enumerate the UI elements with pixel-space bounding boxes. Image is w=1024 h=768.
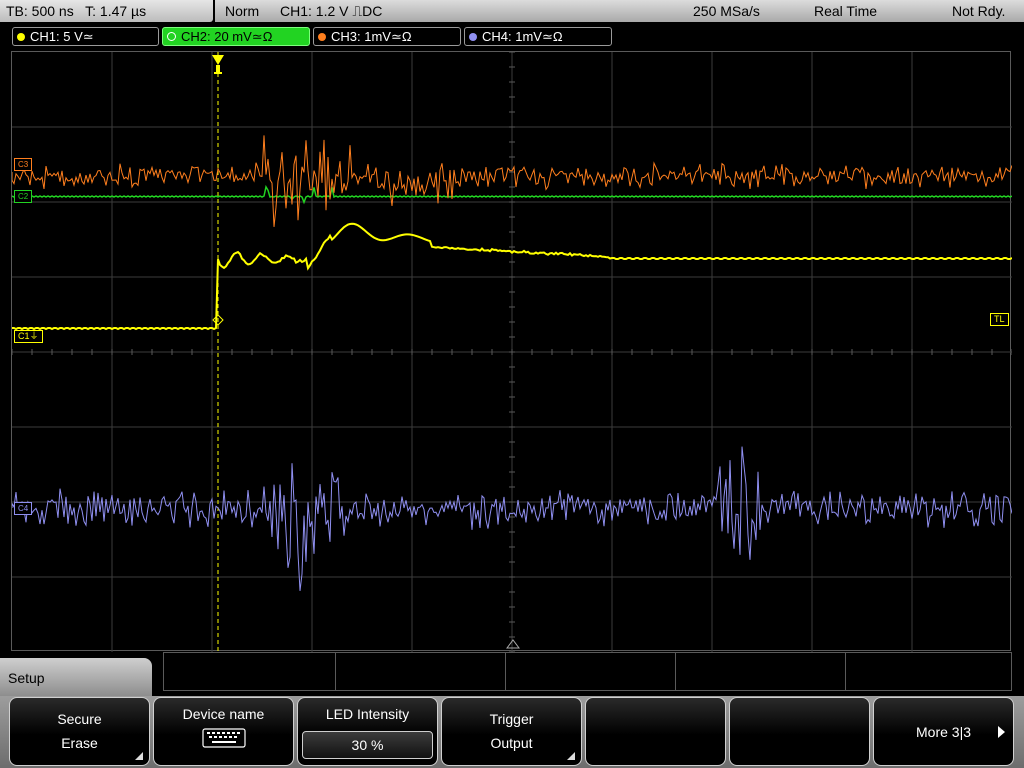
corner-arrow-icon [567,752,575,760]
acquisition-mode[interactable]: Real Time [814,0,877,22]
led-intensity-label: LED Intensity [325,706,410,722]
corner-arrow-icon [135,752,143,760]
ch2-label: CH2: 20 mV≃Ω [181,29,273,44]
channel-tab-ch1[interactable]: CH1: 5 V≃ [12,27,159,46]
ch2-ground-label: C2 [18,192,29,201]
ch1-color-dot [17,33,25,41]
trigger-setting[interactable]: CH1: 1.2 V ⎍DC [280,0,382,22]
device-name-button[interactable]: Device name [153,697,294,766]
led-intensity-button[interactable]: LED Intensity 30 % [297,697,438,766]
ch4-ground-marker[interactable]: C4 [14,502,33,515]
run-status: Not Rdy. [952,3,1006,19]
waveform-display[interactable]: C1⏚ TL C3 C2 C4 [11,51,1012,652]
trigger-output-line2: Output [490,735,533,751]
softkey-empty-2[interactable] [729,697,870,766]
menu-title-tab: Setup [0,658,152,698]
channel-tab-ch2[interactable]: CH2: 20 mV≃Ω [162,27,310,46]
ch4-label: CH4: 1mV≃Ω [482,29,563,44]
trigger-output-line1: Trigger [489,711,534,727]
waveform-svg [12,52,1012,652]
trigger-level-label: TL [994,314,1005,324]
secure-erase-button[interactable]: Secure Erase [9,697,150,766]
device-name-label: Device name [182,706,265,722]
trigger-mode[interactable]: Norm [225,0,259,22]
ch3-ground-label: C3 [18,160,29,169]
softkey-empty-1[interactable] [585,697,726,766]
secure-erase-line1: Secure [57,711,102,727]
channel-tab-ch4[interactable]: CH4: 1mV≃Ω [464,27,612,46]
ch3-label: CH3: 1mV≃Ω [331,29,412,44]
ch1-ground-label: C1 [18,331,30,341]
ch4-color-dot [469,33,477,41]
ch1-ground-marker[interactable]: C1⏚ [14,330,43,343]
sample-rate: 250 MSa/s [693,3,760,19]
ch3-color-dot [318,33,326,41]
status-bar: Norm CH1: 1.2 V ⎍DC 250 MSa/s Real Time … [215,0,1024,22]
more-button[interactable]: More 3|3 [873,697,1014,766]
timebase-box[interactable]: TB: 500 ns T: 1.47 µs [0,0,213,22]
led-intensity-value[interactable]: 30 % [302,731,433,759]
ch4-ground-label: C4 [18,504,29,513]
ch2-ground-marker[interactable]: C2 [14,190,33,203]
right-arrow-icon [998,726,1005,738]
keyboard-icon [201,728,246,748]
trigger-output-button[interactable]: Trigger Output [441,697,582,766]
info-strip [163,652,1012,691]
more-label: More 3|3 [916,724,971,740]
center-marker-icon [506,639,520,649]
ch1-label: CH1: 5 V≃ [30,29,94,44]
trigger-time-value: T: 1.47 µs [85,3,147,19]
timebase-value: TB: 500 ns [6,3,74,19]
ch2-color-dot [167,32,176,41]
channel-tab-ch3[interactable]: CH3: 1mV≃Ω [313,27,461,46]
ch3-ground-marker[interactable]: C3 [14,158,33,171]
trigger-level-marker[interactable]: TL [990,313,1009,326]
secure-erase-line2: Erase [61,735,98,751]
trigger-marker-icon [212,55,224,65]
menu-title: Setup [8,670,45,686]
